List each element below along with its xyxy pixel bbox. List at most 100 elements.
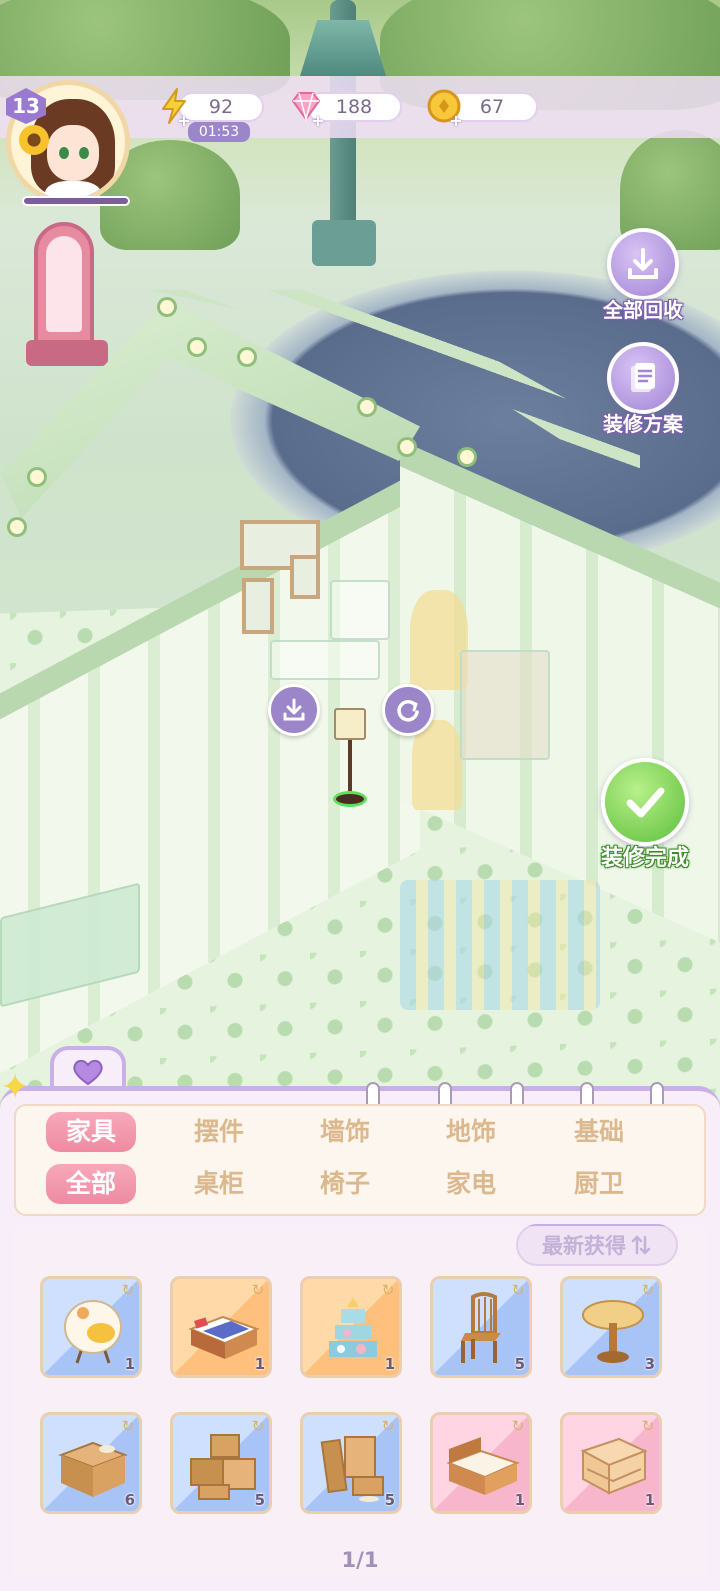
recycle-all-label: 全部回收 [603, 298, 683, 322]
rotate-badge-icon: ↻ [511, 1281, 525, 1299]
item-count: 1 [254, 1355, 265, 1373]
decor-done-disc [601, 758, 689, 846]
rotate-badge-icon: ↻ [641, 1417, 655, 1435]
item-count: 1 [514, 1491, 525, 1509]
floor-lamp-selected[interactable] [330, 708, 370, 808]
item-count: 1 [644, 1491, 655, 1509]
rotate-icon [397, 700, 419, 722]
display-case[interactable] [330, 580, 390, 640]
avatar-face [47, 125, 99, 181]
rotate-badge-icon: ↻ [511, 1417, 525, 1435]
mirror-glass [46, 236, 82, 332]
bed-blue-icon [188, 1315, 260, 1359]
tab-floor-decor[interactable]: 地饰 [426, 1112, 516, 1152]
item-count: 1 [124, 1355, 135, 1373]
flower-vine [460, 450, 474, 464]
item-count: 3 [644, 1355, 655, 1373]
recycle-all-button[interactable]: 全部回收 [588, 228, 698, 323]
decor-plan-button[interactable]: 装修方案 [588, 342, 698, 437]
dress-mannequin[interactable] [412, 720, 462, 810]
gem-value: 188 [335, 96, 373, 118]
tab-wall-decor[interactable]: 墙饰 [300, 1112, 390, 1152]
flower-vine [240, 350, 254, 364]
item-cake-shelf[interactable]: ↻ 1 [300, 1276, 402, 1378]
subtab-appliances[interactable]: 家电 [426, 1164, 516, 1204]
store-item-button[interactable] [268, 684, 320, 736]
energy-timer: 01:53 [188, 122, 250, 142]
rotate-badge-icon: ↻ [251, 1281, 265, 1299]
item-count: 5 [384, 1491, 395, 1509]
heart-icon [73, 1059, 103, 1086]
item-count: 1 [384, 1355, 395, 1373]
subtab-all[interactable]: 全部 [46, 1164, 136, 1204]
document-icon [631, 363, 655, 392]
item-count: 6 [124, 1491, 135, 1509]
tab-basic[interactable]: 基础 [554, 1112, 644, 1152]
item-count: 5 [514, 1355, 525, 1373]
item-box-pile[interactable]: ↻ 5 [170, 1412, 272, 1514]
decor-done-label: 装修完成 [600, 846, 689, 871]
subtab-chairs[interactable]: 椅子 [300, 1164, 390, 1204]
coin-value: 67 [479, 96, 505, 118]
box-pile-icon [190, 1434, 256, 1500]
add-coin-plus-icon[interactable]: + [448, 113, 464, 130]
item-box-stack[interactable]: ↻ 5 [300, 1412, 402, 1514]
tab-ornaments[interactable]: 摆件 [174, 1112, 264, 1152]
flower-vine [30, 470, 44, 484]
rotate-badge-icon: ↻ [251, 1417, 265, 1435]
lamp-post-base [312, 220, 376, 266]
item-double-bed[interactable]: ↻ 1 [430, 1412, 532, 1514]
sparkle-star-icon: ✦ [0, 1067, 31, 1108]
rotate-badge-icon: ↻ [381, 1417, 395, 1435]
lamp-post-head [300, 20, 386, 76]
rotate-badge-icon: ↻ [381, 1281, 395, 1299]
avatar-eye [59, 147, 69, 159]
item-egg-chair[interactable]: ↻ 1 [40, 1276, 142, 1378]
checkmark-icon [626, 787, 665, 818]
item-cardboard-box[interactable]: ↻ 6 [40, 1412, 142, 1514]
subtab-kitchen-bath[interactable]: 厨卫 [554, 1164, 644, 1204]
item-wooden-chair[interactable]: ↻ 5 [430, 1276, 532, 1378]
add-gem-plus-icon[interactable]: + [310, 113, 326, 130]
sofa-icon [580, 1437, 648, 1495]
rotate-item-button[interactable] [382, 684, 434, 736]
shoe-shelf[interactable] [270, 640, 380, 680]
decor-done-button[interactable]: 装修完成 [590, 758, 700, 872]
rotate-badge-icon: ↻ [641, 1281, 655, 1299]
decor-plan-disc [607, 342, 679, 414]
subtab-tables[interactable]: 桌柜 [174, 1164, 264, 1204]
item-sofa[interactable]: ↻ 1 [560, 1412, 662, 1514]
round-table-icon [582, 1300, 644, 1363]
standing-mirror[interactable] [26, 222, 108, 368]
page-indicator: 1/1 [341, 1548, 379, 1572]
lamp-shade [334, 708, 366, 740]
exp-bar [22, 196, 130, 206]
energy-value: 92 [208, 96, 234, 118]
wall-picture[interactable] [290, 555, 320, 599]
download-tray-icon [628, 248, 658, 279]
download-icon [283, 698, 305, 721]
mirror-stand [26, 340, 108, 366]
wall-picture[interactable] [242, 578, 274, 634]
clothes-rack-ghost[interactable] [400, 880, 600, 1010]
wooden-chair-icon [461, 1292, 501, 1363]
decor-plan-label: 装修方案 [603, 412, 683, 436]
item-count: 5 [254, 1491, 265, 1509]
cardboard-box-icon [58, 1441, 128, 1497]
rotate-badge-icon: ↻ [121, 1281, 135, 1299]
clothes-rack[interactable] [460, 650, 550, 760]
item-bed[interactable]: ↻ 1 [170, 1276, 272, 1378]
flower-vine [190, 340, 204, 354]
lamp-foot [336, 794, 364, 804]
avatar-eye [79, 147, 89, 159]
sunflower-icon [19, 125, 49, 155]
lamp-pole [348, 740, 352, 796]
flower-vine [160, 300, 174, 314]
box-stack-icon [320, 1436, 384, 1502]
flower-vine [400, 440, 414, 454]
double-bed-icon [446, 1437, 520, 1495]
item-round-table[interactable]: ↻ 3 [560, 1276, 662, 1378]
cake-shelf-icon [329, 1297, 377, 1357]
flower-vine [10, 520, 24, 534]
tab-furniture[interactable]: 家具 [46, 1112, 136, 1152]
